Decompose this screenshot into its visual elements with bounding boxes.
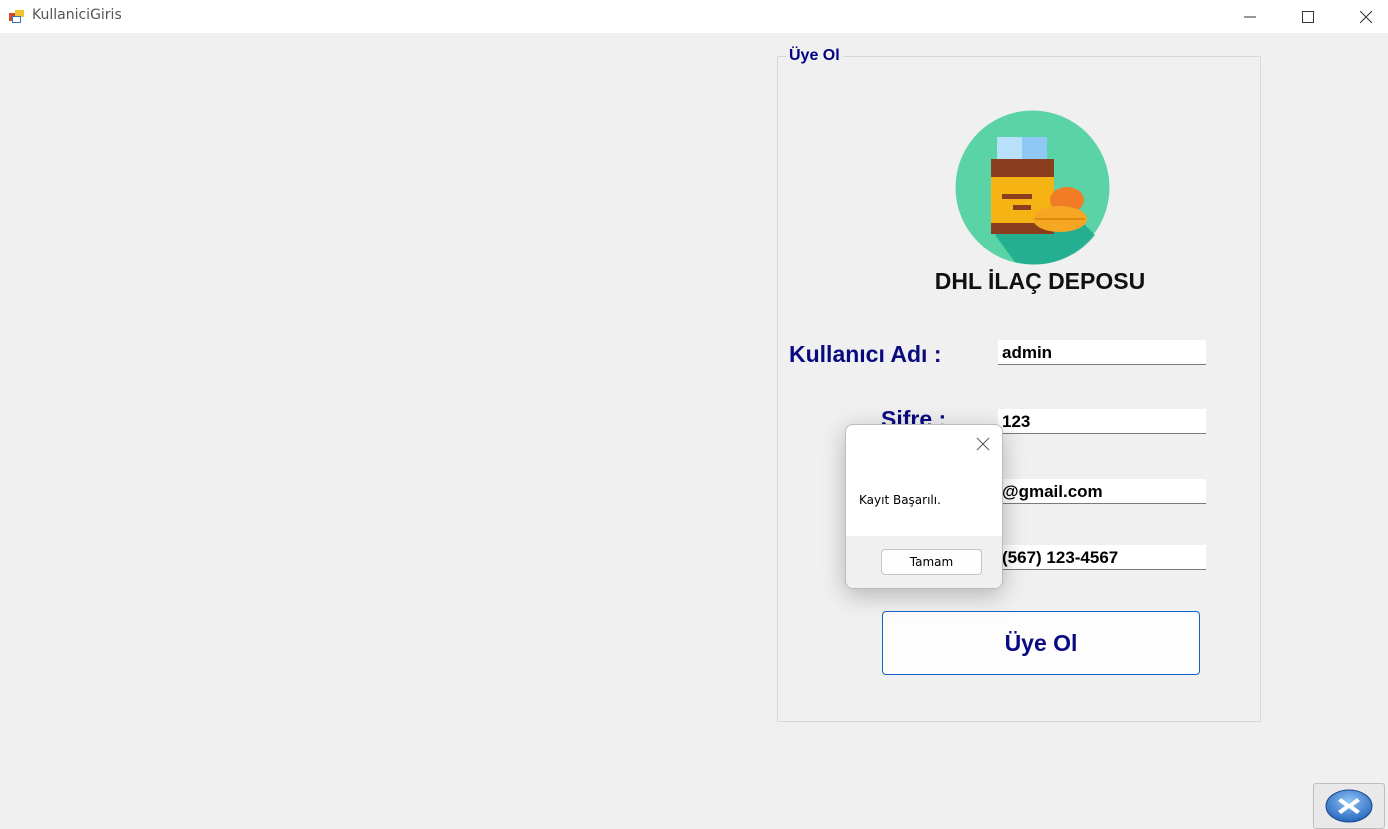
signup-button[interactable]: Üye Ol (882, 611, 1200, 675)
password-field[interactable]: 123 (998, 409, 1206, 434)
phone-field[interactable]: (567) 123-4567 (998, 545, 1206, 570)
title-bar: KullaniciGiris (0, 0, 1388, 33)
username-label: Kullanıcı Adı : (789, 341, 942, 367)
maximize-button[interactable] (1279, 0, 1337, 33)
window-title: KullaniciGiris (32, 7, 122, 23)
message-footer: Tamam (846, 536, 1002, 588)
medicine-bottle-icon (955, 110, 1110, 265)
brand-name: DHL İLAÇ DEPOSU (934, 268, 1146, 294)
message-box: Kayıt Başarılı. Tamam (845, 424, 1003, 589)
ok-button[interactable]: Tamam (881, 549, 982, 575)
message-close-icon[interactable] (976, 437, 990, 451)
minimize-button[interactable] (1221, 0, 1279, 33)
kullanici-giris-window: KullaniciGiris Üye Ol DHL İLAÇ DEPOSU Ku… (0, 0, 1388, 829)
close-icon (1360, 10, 1372, 23)
maximize-icon (1302, 10, 1314, 23)
message-text: Kayıt Başarılı. (859, 493, 941, 507)
exit-x-icon (1325, 789, 1373, 823)
email-field[interactable]: @gmail.com (998, 479, 1206, 504)
minimize-icon (1244, 16, 1256, 17)
form-icon (9, 10, 24, 23)
username-field[interactable]: admin (998, 340, 1206, 365)
exit-button[interactable] (1313, 783, 1385, 829)
close-window-button[interactable] (1337, 0, 1388, 33)
groupbox-legend: Üye Ol (786, 47, 843, 65)
